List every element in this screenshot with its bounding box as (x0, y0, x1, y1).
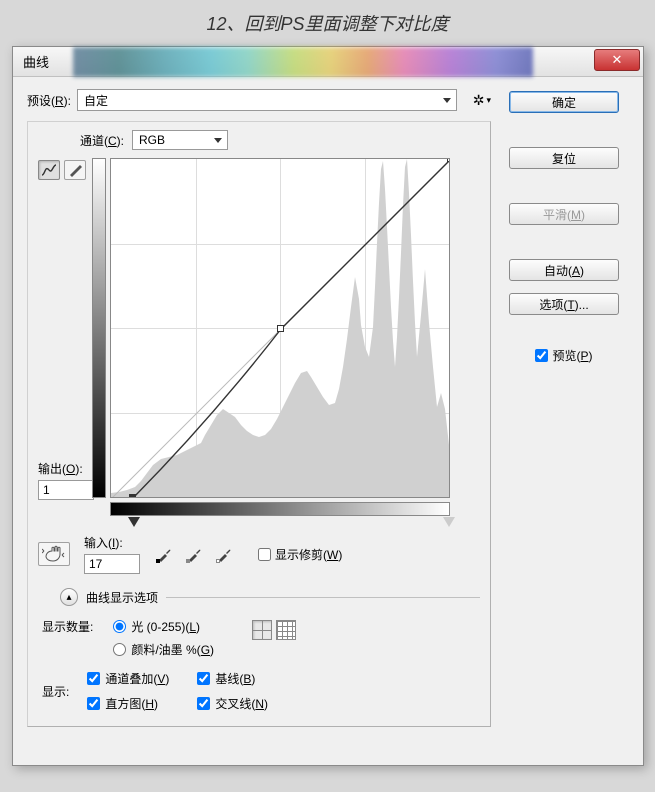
black-point-slider[interactable] (128, 517, 140, 527)
curve-tool-icon[interactable] (38, 160, 60, 180)
show-clipping-checkbox[interactable] (258, 548, 271, 561)
black-eyedropper-icon[interactable] (154, 543, 176, 565)
gray-eyedropper-icon[interactable] (184, 543, 206, 565)
curve-canvas[interactable] (110, 158, 450, 498)
white-eyedropper-icon[interactable] (214, 543, 236, 565)
check-channel-overlay[interactable]: 通道叠加(V) (87, 670, 169, 687)
check-histogram[interactable]: 直方图(H) (87, 695, 169, 712)
output-input[interactable] (38, 480, 94, 500)
grid-fine-icon[interactable] (276, 620, 296, 640)
preview-checkbox[interactable] (535, 349, 548, 362)
gear-icon: ✲ (473, 92, 485, 109)
preset-value: 自定 (84, 92, 108, 109)
pencil-tool-icon[interactable] (64, 160, 86, 180)
curve-control-point[interactable] (277, 325, 284, 332)
grid-coarse-icon[interactable] (252, 620, 272, 640)
curve-panel: 通道(C): RGB (27, 121, 491, 727)
preset-menu-button[interactable]: ✲ ▾ (473, 92, 491, 109)
curve-control-point[interactable] (447, 158, 450, 162)
titlebar: 曲线 ✕ (13, 47, 643, 77)
vertical-gradient (92, 158, 106, 498)
curve-control-point[interactable] (129, 494, 136, 498)
preset-row: 预设(R): 自定 ✲ ▾ (27, 89, 491, 111)
show-clipping-label: 显示修剪(W) (275, 546, 342, 563)
options-button[interactable]: 选项(T)... (509, 293, 619, 315)
check-intersection[interactable]: 交叉线(N) (197, 695, 268, 712)
smooth-button[interactable]: 平滑(M) (509, 203, 619, 225)
horizontal-gradient (110, 502, 450, 516)
expand-toggle-icon[interactable]: ▴ (60, 588, 78, 606)
curves-dialog: 曲线 ✕ 预设(R): 自定 ✲ ▾ 通道(C): (12, 46, 644, 766)
channel-value: RGB (139, 133, 165, 147)
targeted-adjust-icon[interactable] (38, 542, 70, 566)
curve-display-options-label: 曲线显示选项 (86, 589, 158, 606)
preset-combo[interactable]: 自定 (77, 89, 457, 111)
dialog-title: 曲线 (23, 52, 49, 71)
ok-button[interactable]: 确定 (509, 91, 619, 113)
channel-label: 通道(C): (80, 132, 124, 149)
close-button[interactable]: ✕ (594, 49, 640, 71)
reset-button[interactable]: 复位 (509, 147, 619, 169)
titlebar-color-strip (73, 47, 533, 77)
output-label: 输出(O): (38, 460, 94, 477)
channel-combo[interactable]: RGB (132, 130, 228, 150)
radio-ink[interactable]: 颜料/油墨 %(G) (113, 641, 214, 658)
chevron-down-icon: ▾ (486, 95, 491, 106)
show-label: 显示: (42, 683, 69, 700)
radio-light[interactable]: 光 (0-255)(L) (113, 618, 214, 635)
check-baseline[interactable]: 基线(B) (197, 670, 268, 687)
display-amount-label: 显示数量: (42, 618, 93, 635)
page-heading: 12、回到PS里面调整下对比度 (0, 0, 655, 48)
white-point-slider[interactable] (443, 517, 455, 527)
preset-label: 预设(R): (27, 92, 71, 109)
preview-label: 预览(P) (552, 347, 592, 364)
auto-button[interactable]: 自动(A) (509, 259, 619, 281)
input-label: 输入(I): (84, 534, 140, 551)
input-input[interactable] (84, 554, 140, 574)
